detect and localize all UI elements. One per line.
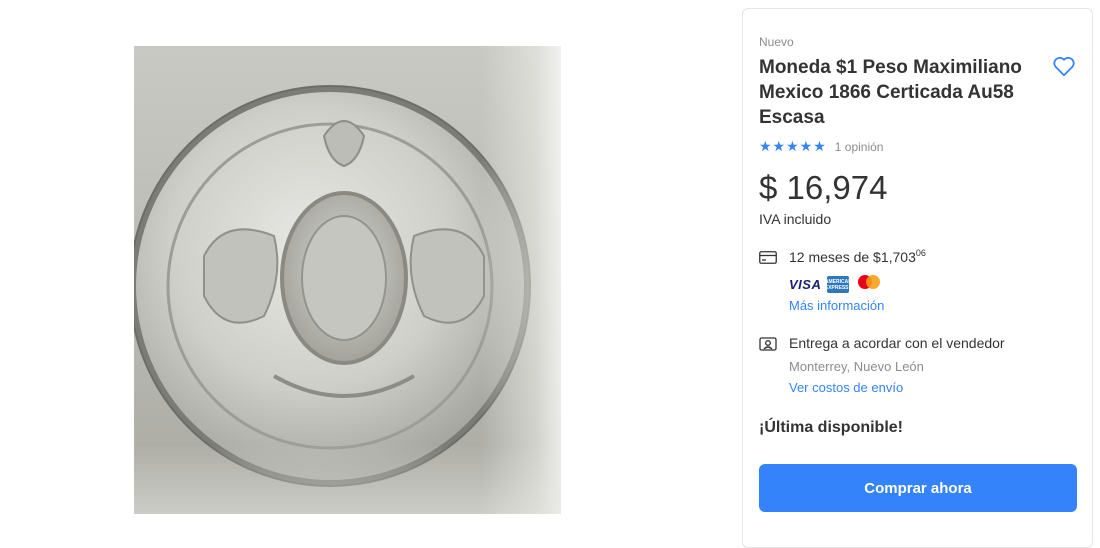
payment-logos: VISA AMERICAN EXPRESS bbox=[789, 273, 883, 296]
visa-logo: VISA bbox=[789, 277, 822, 292]
shipping-costs-link[interactable]: Ver costos de envío bbox=[789, 380, 903, 395]
shipping-text: Entrega a acordar con el vendedor bbox=[789, 335, 1005, 351]
tax-note: IVA incluido bbox=[759, 211, 832, 227]
rating[interactable]: ★★★★★ 1 opinión bbox=[759, 138, 883, 155]
star-rating-icon: ★★★★★ bbox=[759, 138, 827, 154]
installments-cents: 06 bbox=[915, 248, 926, 258]
review-count[interactable]: 1 opinión bbox=[835, 140, 884, 154]
credit-card-icon bbox=[759, 251, 777, 269]
buy-now-button[interactable]: Comprar ahora bbox=[759, 464, 1077, 512]
slab-bottom-highlight bbox=[134, 444, 561, 514]
product-title: Moneda $1 Peso Maximiliano Mexico 1866 C… bbox=[759, 57, 1022, 128]
pickup-person-icon bbox=[759, 337, 777, 358]
installments-text: 12 meses de $1,70306 bbox=[789, 248, 926, 265]
stock-status: ¡Última disponible! bbox=[759, 419, 903, 436]
shipping-location: Monterrey, Nuevo León bbox=[789, 359, 924, 374]
heart-icon[interactable] bbox=[1051, 53, 1077, 79]
mastercard-logo bbox=[855, 273, 883, 296]
price: $ 16,974 bbox=[759, 169, 888, 206]
purchase-panel: Nuevo Moneda $1 Peso Maximiliano Mexico … bbox=[742, 8, 1093, 548]
amex-logo: AMERICAN EXPRESS bbox=[825, 276, 852, 293]
more-info-link[interactable]: Más información bbox=[789, 298, 884, 313]
condition-label: Nuevo bbox=[759, 35, 794, 49]
product-image[interactable] bbox=[134, 46, 561, 514]
